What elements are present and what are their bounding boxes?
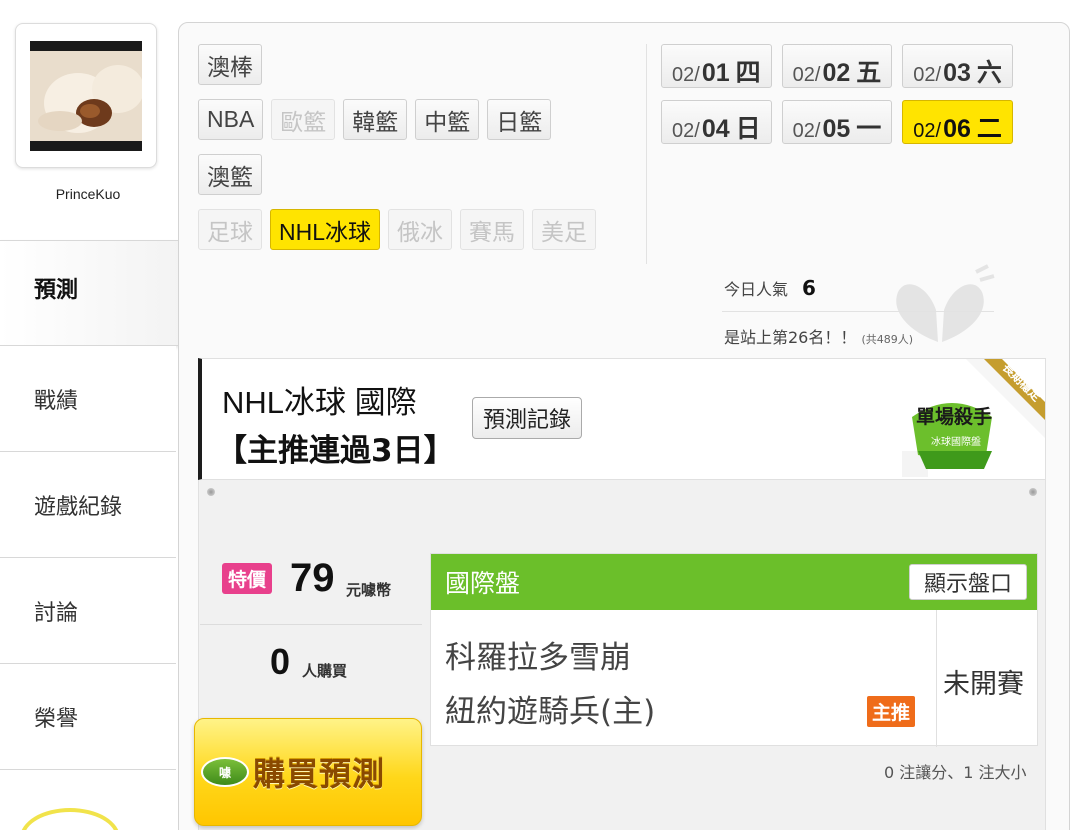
sport-button-china-basketball[interactable]: 中籃 [415,99,480,140]
date-weekday: 四 [735,59,761,87]
sidebar-item-label: 討論 [34,600,79,626]
sport-button-aus-basketball[interactable]: 澳籃 [198,154,262,195]
divider [200,624,422,625]
sport-button-japan-basketball[interactable]: 日籃 [487,99,552,140]
popularity-value: 6 [802,276,816,300]
prediction-header: NHL冰球 國際 【主推連過3日】 預測記錄 長期穩定 單場殺手 冰球國際盤 [198,358,1046,480]
sport-button-soccer: 足球 [198,209,262,250]
date-day: 04 [701,115,730,143]
prediction-subtitle: 【主推連過3日】 [216,433,455,469]
bottom-circle-decoration [20,808,120,830]
date-month: 02/ [792,64,821,86]
sidebar-item-label: 遊戲紀錄 [34,494,123,520]
sidebar-item-honor[interactable]: 榮譽 [0,664,176,770]
rank-total: (共489人) [861,333,914,346]
date-day: 01 [701,59,730,87]
date-button[interactable]: 02/04 日 [661,100,772,144]
divider [936,610,937,747]
left-sidebar: PrinceKuo 預測 戰績 遊戲紀錄 討論 榮譽 [0,0,182,830]
screw-icon [1029,488,1037,496]
divider [646,44,647,264]
date-button[interactable]: 02/05 一 [781,100,893,144]
date-row: 02/04 日 02/05 一 02/06 二 [661,100,1061,144]
badge-sub-text: 冰球國際盤 [931,435,981,448]
rank-text: 是站上第26名！！ [724,328,857,347]
prediction-record-button[interactable]: 預測記錄 [472,397,583,439]
coin-icon: 噱 [201,757,249,787]
sport-button-nhl[interactable]: NHL冰球 [270,209,381,250]
divider [722,311,994,312]
avatar-image [30,41,142,151]
prediction-title: NHL冰球 國際 [222,385,417,420]
username: PrinceKuo [55,186,121,202]
date-month: 02/ [672,64,700,86]
killer-badge-icon: 長期穩定 單場殺手 冰球國際盤 [892,359,1045,479]
sport-row: 澳棒 [198,44,644,85]
date-weekday: 二 [976,115,1002,143]
sidebar-nav: 預測 戰績 遊戲紀錄 討論 榮譽 [0,240,182,770]
date-day: 02 [822,59,851,87]
market-header: 國際盤 顯示盤口 [431,554,1037,610]
date-weekday: 六 [976,59,1002,87]
date-button[interactable]: 02/02 五 [781,44,893,88]
date-selector: 02/01 四 02/02 五 02/03 六 02/04 日 02/05 一 02/06… [661,44,1061,156]
home-team: 紐約遊騎兵(主) [445,694,656,730]
date-month: 02/ [792,120,821,142]
sport-selector: 澳棒 NBA 歐籃 韓籃 中籃 日籃 澳籃 足球 NHL冰球 俄冰 賽馬 美足 [198,44,644,264]
sidebar-item-discussion[interactable]: 討論 [0,558,176,664]
sidebar-item-predict[interactable]: 預測 [0,240,182,346]
badge-main-text: 單場殺手 [916,405,992,428]
sale-tag: 特價 [222,563,273,594]
sidebar-item-record[interactable]: 戰績 [0,346,176,452]
sport-row: 足球 NHL冰球 俄冰 賽馬 美足 [198,209,644,250]
buy-prediction-button[interactable]: 噱 購買預測 [194,718,422,826]
date-day: 06 [943,115,971,143]
sidebar-item-label: 預測 [34,278,79,303]
sidebar-item-label: 榮譽 [34,706,79,732]
screw-icon [207,488,215,496]
buy-prediction-label: 購買預測 [253,755,386,793]
date-weekday: 日 [735,115,761,143]
date-row: 02/01 四 02/02 五 02/03 六 [661,44,1061,88]
sport-row: 澳籃 [198,154,644,195]
date-button[interactable]: 02/03 六 [902,44,1013,88]
popularity-label: 今日人氣 [724,280,789,299]
date-day: 03 [943,59,971,87]
avatar[interactable] [15,23,157,168]
price-value: 79 [290,556,335,600]
sport-button-euro-basketball: 歐籃 [271,99,336,140]
sport-button-nba[interactable]: NBA [198,99,264,140]
bet-summary: 0 注讓分、1 注大小 [884,763,1027,782]
market-title: 國際盤 [445,569,521,598]
date-day: 05 [822,115,851,143]
date-button[interactable]: 02/01 四 [661,44,772,88]
buyer-unit: 人購買 [302,662,348,680]
sidebar-item-game-history[interactable]: 遊戲紀錄 [0,452,176,558]
date-weekday: 五 [856,59,882,87]
date-weekday: 一 [856,115,882,143]
price-unit: 元噱幣 [346,581,392,599]
game-panel: 國際盤 顯示盤口 科羅拉多雪崩 紐約遊騎兵(主) 主推 未開賽 [430,553,1038,747]
game-status: 未開賽 [943,669,1024,700]
buyer-count: 0 [270,641,291,682]
sport-button-korea-basketball[interactable]: 韓籃 [343,99,408,140]
sidebar-item-label: 戰績 [34,388,79,414]
away-team: 科羅拉多雪崩 [445,640,631,676]
main-pick-tag: 主推 [867,696,916,727]
sport-button-horse-racing: 賽馬 [460,209,525,250]
date-month: 02/ [913,120,942,142]
rank-info: 是站上第26名！！ (共489人) [724,324,913,348]
date-month: 02/ [672,120,700,142]
sport-button-american-football: 美足 [532,209,597,250]
date-button-selected[interactable]: 02/06 二 [902,100,1013,144]
popularity: 今日人氣 6 [724,276,816,300]
sport-row: NBA 歐籃 韓籃 中籃 日籃 [198,99,644,140]
date-month: 02/ [913,64,942,86]
sport-button-russia-hockey: 俄冰 [388,209,453,250]
show-odds-button[interactable]: 顯示盤口 [908,564,1027,600]
sport-button-aus-baseball[interactable]: 澳棒 [198,44,262,85]
